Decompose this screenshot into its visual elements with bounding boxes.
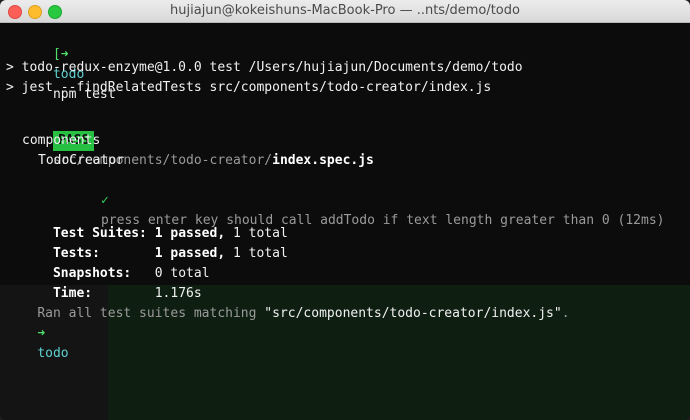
summary-snapshots: Snapshots: 0 total xyxy=(6,244,210,281)
summary-time: Time: 1.176s xyxy=(6,264,202,301)
jest-command-line: > jest --findRelatedTests src/components… xyxy=(6,80,492,95)
test-case-line: ✓ press enter key should call addTodo if… xyxy=(54,171,665,228)
suite-components: components xyxy=(22,133,101,148)
spec-file: index.spec.js xyxy=(272,153,374,168)
terminal-output[interactable]: [➜ todo npm test > todo-redux-enzyme@1.0… xyxy=(0,23,690,301)
summary-tests-total: 1 total xyxy=(233,246,288,261)
command-line: [➜ todo npm test xyxy=(6,25,116,102)
final-prompt-line[interactable]: ➜ todo xyxy=(6,304,68,361)
final-prompt-arrow: ➜ xyxy=(37,326,46,341)
window-title: hujiajun@kokeishuns-MacBook-Pro — ..nts/… xyxy=(170,3,520,18)
ran-all-prefix: Ran all test suites matching xyxy=(37,306,265,321)
summary-suites: Test Suites: 1 passed, 1 total xyxy=(6,204,288,241)
ran-all-suffix: . xyxy=(561,306,570,321)
suite-todo-creator: TodoCreator xyxy=(38,153,125,168)
pass-line: PASS src/components/todo-creator/index.s… xyxy=(6,111,374,168)
ran-all-pattern: "src/components/todo-creator/index.js" xyxy=(264,306,562,321)
final-prompt-directory: todo xyxy=(37,346,69,361)
title-bar[interactable]: hujiajun@kokeishuns-MacBook-Pro — ..nts/… xyxy=(0,0,690,23)
summary-tests: Tests: 1 passed, 1 total xyxy=(6,224,288,261)
ran-all-line: Ran all test suites matching "src/compon… xyxy=(6,284,569,321)
terminal-window: hujiajun@kokeishuns-MacBook-Pro — ..nts/… xyxy=(0,0,690,420)
npm-script-line: > todo-redux-enzyme@1.0.0 test /Users/hu… xyxy=(6,60,523,75)
